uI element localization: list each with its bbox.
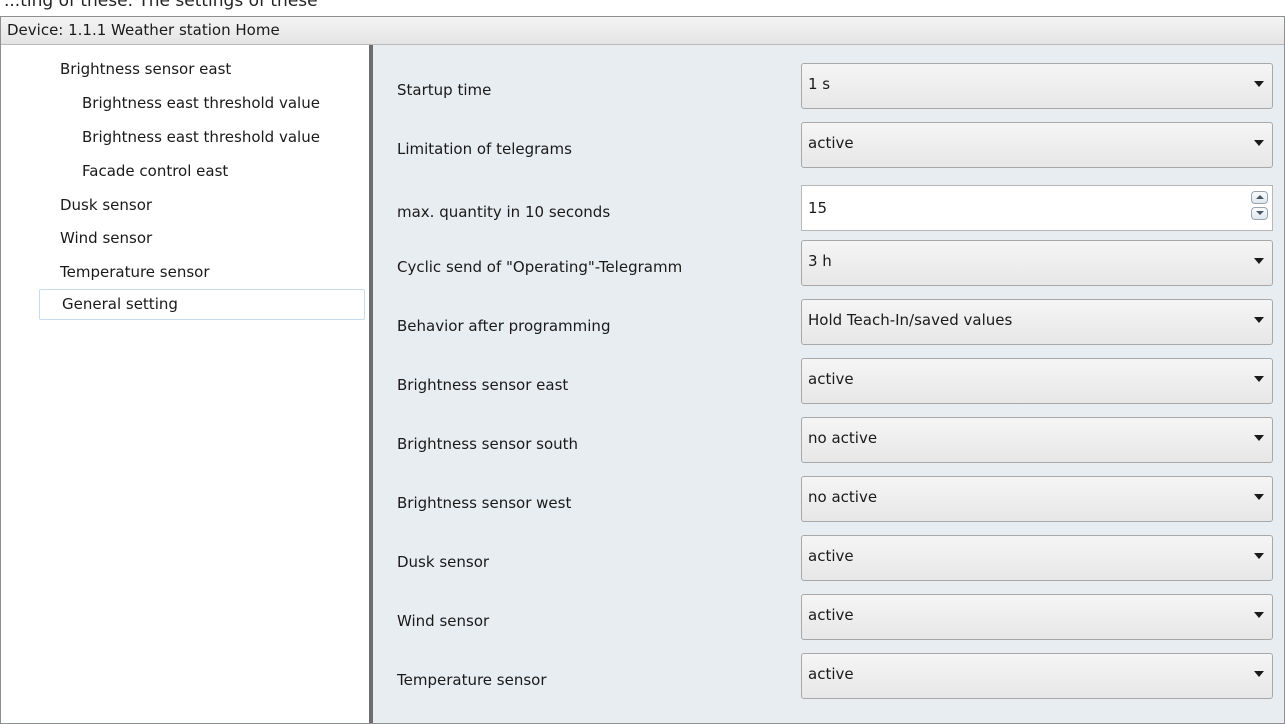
startup-time-value: 1 s <box>808 75 831 93</box>
dusk-sensor-value: active <box>808 547 854 565</box>
chevron-down-icon <box>1254 81 1264 87</box>
behavior-after-programming-label: Behavior after programming <box>397 317 611 335</box>
tree-item-facade-control-east[interactable]: Facade control east <box>82 156 228 186</box>
brightness-sensor-east-label: Brightness sensor east <box>397 376 569 394</box>
wind-sensor-value: active <box>808 606 854 624</box>
behavior-after-programming-dropdown[interactable]: Hold Teach-In/saved values <box>801 299 1273 345</box>
brightness-sensor-east-value: active <box>808 370 854 388</box>
tree-item-dusk-sensor[interactable]: Dusk sensor <box>60 190 152 220</box>
brightness-sensor-south-dropdown[interactable]: no active <box>801 417 1273 463</box>
parameter-window: Device: 1.1.1 Weather station Home Brigh… <box>0 16 1285 724</box>
max-quantity-label: max. quantity in 10 seconds <box>397 203 611 221</box>
startup-time-dropdown[interactable]: 1 s <box>801 63 1273 109</box>
tree-item-wind-sensor[interactable]: Wind sensor <box>60 223 152 253</box>
temperature-sensor-label: Temperature sensor <box>397 671 547 689</box>
dusk-sensor-label: Dusk sensor <box>397 553 490 571</box>
device-title: Device: 1.1.1 Weather station Home <box>1 17 1284 45</box>
chevron-down-icon <box>1254 258 1264 264</box>
limitation-of-telegrams-dropdown[interactable]: active <box>801 122 1273 168</box>
max-quantity-input[interactable] <box>808 186 1228 230</box>
chevron-down-icon <box>1254 612 1264 618</box>
tree-item-temperature-sensor[interactable]: Temperature sensor <box>60 257 210 287</box>
dusk-sensor-dropdown[interactable]: active <box>801 535 1273 581</box>
brightness-sensor-west-value: no active <box>808 488 878 506</box>
temperature-sensor-dropdown[interactable]: active <box>801 653 1273 699</box>
parameter-tree: Brightness sensor east Brightness east t… <box>1 45 369 723</box>
arrow-down-icon <box>1256 211 1264 215</box>
chevron-down-icon <box>1254 494 1264 500</box>
tree-item-brightness-east-threshold-2[interactable]: Brightness east threshold value <box>82 122 320 152</box>
max-quantity-spinbox <box>801 185 1273 231</box>
chevron-down-icon <box>1254 671 1264 677</box>
chevron-down-icon <box>1254 140 1264 146</box>
tree-item-brightness-east-threshold-1[interactable]: Brightness east threshold value <box>82 88 320 118</box>
brightness-sensor-south-label: Brightness sensor south <box>397 435 579 453</box>
chevron-down-icon <box>1254 376 1264 382</box>
behavior-after-programming-value: Hold Teach-In/saved values <box>808 311 1013 329</box>
chevron-down-icon <box>1254 317 1264 323</box>
spin-up-button[interactable] <box>1251 191 1268 204</box>
chevron-down-icon <box>1254 435 1264 441</box>
cyclic-send-label: Cyclic send of "Operating"-Telegramm <box>397 258 683 276</box>
temperature-sensor-value: active <box>808 665 854 683</box>
tree-item-brightness-sensor-east[interactable]: Brightness sensor east <box>60 54 231 84</box>
wind-sensor-dropdown[interactable]: active <box>801 594 1273 640</box>
brightness-sensor-west-label: Brightness sensor west <box>397 494 572 512</box>
brightness-sensor-south-value: no active <box>808 429 878 447</box>
brightness-sensor-west-dropdown[interactable]: no active <box>801 476 1273 522</box>
cyclic-send-value: 3 h <box>808 252 832 270</box>
brightness-sensor-east-dropdown[interactable]: active <box>801 358 1273 404</box>
general-setting-panel: Startup time 1 s Limitation of telegrams… <box>373 45 1284 723</box>
arrow-up-icon <box>1256 195 1264 199</box>
limitation-of-telegrams-label: Limitation of telegrams <box>397 140 572 158</box>
startup-time-label: Startup time <box>397 81 492 99</box>
cyclic-send-dropdown[interactable]: 3 h <box>801 240 1273 286</box>
chevron-down-icon <box>1254 553 1264 559</box>
wind-sensor-label: Wind sensor <box>397 612 490 630</box>
tree-item-general-setting[interactable]: General setting <box>39 289 365 320</box>
limitation-of-telegrams-value: active <box>808 134 854 152</box>
spin-down-button[interactable] <box>1251 207 1268 220</box>
